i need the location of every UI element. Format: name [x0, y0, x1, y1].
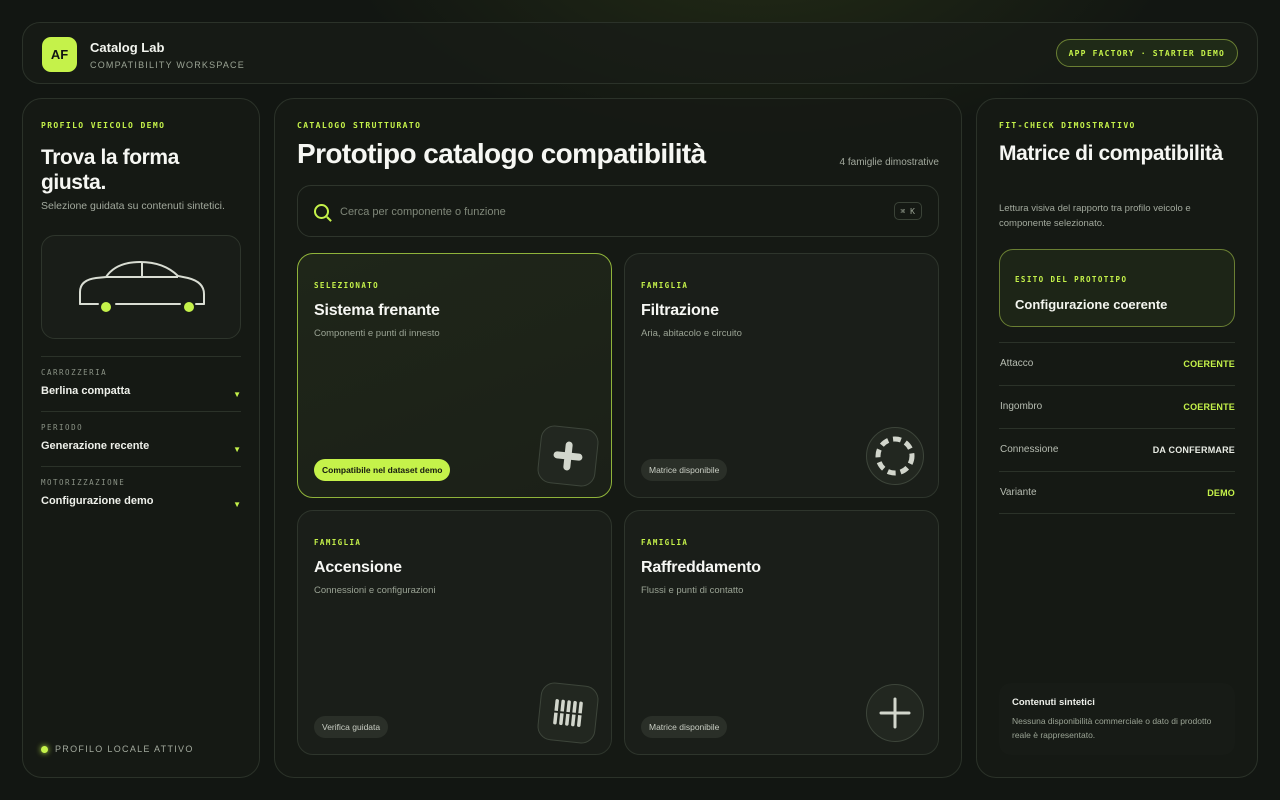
card-eyebrow: FAMIGLIA — [314, 538, 362, 547]
field-periodo[interactable]: PERIODO Generazione recente ▼ — [41, 411, 241, 466]
synthetic-content-note: Contenuti sintetici Nessuna disponibilit… — [999, 683, 1235, 755]
card-title: Filtrazione — [641, 302, 719, 319]
app-factory-badge[interactable]: APP FACTORY · STARTER DEMO — [1055, 39, 1238, 67]
row-label: Connessione — [1000, 444, 1059, 455]
field-label: MOTORIZZAZIONE — [41, 478, 126, 487]
family-card-freni[interactable]: SELEZIONATO Sistema frenante Componenti … — [297, 253, 612, 498]
compatibility-matrix-panel: FIT-CHECK DIMOSTRATIVO Matrice di compat… — [976, 98, 1258, 778]
row-status: COERENTE — [1183, 402, 1235, 412]
row-status: DA CONFERMARE — [1152, 445, 1235, 455]
matrix-row-ingombro: Ingombro COERENTE — [999, 385, 1235, 428]
search-icon — [314, 204, 329, 219]
family-card-filtrazione[interactable]: FAMIGLIA Filtrazione Aria, abitacolo e c… — [624, 253, 939, 498]
note-title: Contenuti sintetici — [1012, 697, 1095, 708]
grille-icon — [536, 681, 600, 745]
panel-subtitle: Lettura visiva del rapporto tra profilo … — [999, 203, 1191, 229]
card-eyebrow: FAMIGLIA — [641, 538, 689, 547]
search-input[interactable] — [340, 201, 840, 223]
vehicle-preview — [41, 235, 241, 339]
search-bar: ⌘ K — [297, 185, 939, 237]
panel-title: Matrice di compatibilità — [999, 142, 1223, 165]
status-dot-icon — [41, 745, 48, 753]
row-label: Ingombro — [1000, 401, 1043, 412]
field-motorizzazione[interactable]: MOTORIZZAZIONE Configurazione demo ▼ — [41, 466, 241, 521]
card-title: Accensione — [314, 559, 402, 576]
card-title: Raffreddamento — [641, 559, 761, 576]
status-text: PROFILO LOCALE ATTIVO — [55, 744, 194, 754]
vehicle-profile-panel: PROFILO VEICOLO DEMO Trova la forma gius… — [22, 98, 260, 778]
field-value: Configurazione demo — [41, 495, 154, 507]
panel-eyebrow: CATALOGO STRUTTURATO — [297, 121, 422, 130]
catalog-panel: CATALOGO STRUTTURATO Prototipo catalogo … — [274, 98, 962, 778]
plus-icon — [866, 684, 924, 742]
profile-status: PROFILO LOCALE ATTIVO — [41, 744, 194, 754]
chevron-down-icon: ▼ — [233, 390, 241, 399]
row-label: Attacco — [1000, 358, 1034, 369]
note-text: Nessuna disponibilità commerciale o dato… — [1012, 716, 1212, 740]
dashed-circle-icon — [866, 427, 924, 485]
page-title: Prototipo catalogo compatibilità — [297, 138, 706, 169]
card-description: Componenti e punti di innesto — [314, 328, 440, 339]
row-status: DEMO — [1207, 488, 1235, 498]
family-card-accensione[interactable]: FAMIGLIA Accensione Connessioni e config… — [297, 510, 612, 755]
card-description: Aria, abitacolo e circuito — [641, 328, 742, 339]
chevron-down-icon: ▼ — [233, 500, 241, 509]
panel-eyebrow: PROFILO VEICOLO DEMO — [41, 121, 166, 130]
logo-initials: AF — [50, 47, 69, 62]
field-value: Generazione recente — [41, 440, 150, 452]
keyboard-shortcut-badge: ⌘ K — [893, 202, 922, 220]
card-eyebrow: FAMIGLIA — [641, 281, 689, 290]
card-description: Connessioni e configurazioni — [314, 585, 436, 596]
row-label: Variante — [1000, 487, 1037, 498]
status-badge: Compatibile nel dataset demo — [314, 459, 451, 481]
app-title: Catalog Lab — [90, 40, 165, 55]
result-label: ESITO DEL PROTOTIPO — [1015, 275, 1128, 284]
matrix-row-variante: Variante DEMO — [999, 471, 1235, 514]
family-count: 4 famiglie dimostrative — [839, 157, 939, 168]
card-title: Sistema frenante — [314, 302, 440, 319]
field-label: PERIODO — [41, 423, 84, 432]
card-description: Flussi e punti di contatto — [641, 585, 744, 596]
app-logo[interactable]: AF — [42, 37, 77, 72]
field-carrozzeria[interactable]: CARROZZERIA Berlina compatta ▼ — [41, 356, 241, 411]
car-outline-icon — [79, 260, 205, 312]
family-card-raffreddamento[interactable]: FAMIGLIA Raffreddamento Flussi e punti d… — [624, 510, 939, 755]
field-label: CARROZZERIA — [41, 368, 108, 377]
status-badge: Matrice disponibile — [641, 716, 728, 738]
result-value: Configurazione coerente — [1015, 297, 1168, 312]
panel-title: Trova la forma giusta. — [41, 146, 179, 194]
status-badge: Matrice disponibile — [641, 459, 728, 481]
status-badge: Verifica guidata — [314, 716, 389, 738]
card-eyebrow: SELEZIONATO — [314, 281, 380, 290]
panel-eyebrow: FIT-CHECK DIMOSTRATIVO — [999, 121, 1136, 130]
top-bar: AF Catalog Lab COMPATIBILITY WORKSPACE A… — [22, 22, 1258, 84]
row-status: COERENTE — [1183, 359, 1235, 369]
matrix-row-connessione: Connessione DA CONFERMARE — [999, 428, 1235, 471]
plus-icon — [536, 424, 600, 488]
chevron-down-icon: ▼ — [233, 445, 241, 454]
field-value: Berlina compatta — [41, 385, 131, 397]
prototype-result-card: ESITO DEL PROTOTIPO Configurazione coere… — [999, 249, 1235, 327]
app-subtitle: COMPATIBILITY WORKSPACE — [90, 60, 245, 70]
matrix-row-attacco: Attacco COERENTE — [999, 342, 1235, 385]
panel-subtitle: Selezione guidata su contenuti sintetici… — [41, 200, 225, 212]
